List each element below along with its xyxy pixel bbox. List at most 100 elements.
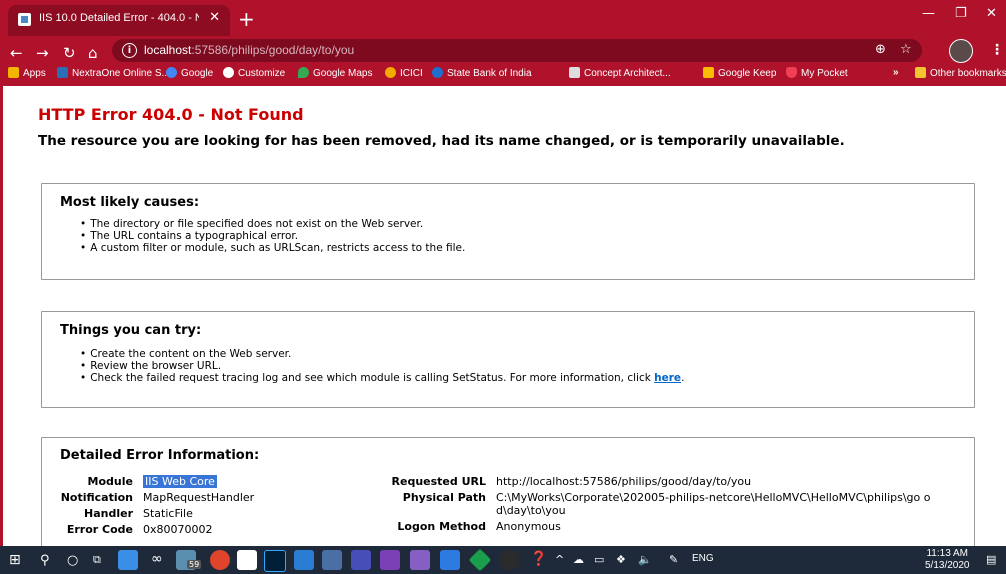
forward-icon[interactable]: → <box>36 44 49 62</box>
notifications-icon[interactable]: ▤ <box>986 553 996 566</box>
bookmark-star-icon[interactable]: ☆ <box>900 42 912 57</box>
show-hidden-icons-chevron[interactable]: ^ <box>555 553 564 566</box>
close-window-icon[interactable]: ✕ <box>986 6 997 21</box>
network-icon[interactable]: ▭ <box>594 553 604 566</box>
browser-tab[interactable]: IIS 10.0 Detailed Error - 404.0 - N ✕ <box>8 5 230 36</box>
task-view-icon[interactable]: ⧉ <box>93 553 101 567</box>
tab-close-icon[interactable]: ✕ <box>209 10 220 25</box>
detail-value: StaticFile <box>143 507 193 520</box>
table-row: Notification MapRequestHandler <box>56 491 255 507</box>
minimize-icon[interactable]: — <box>922 6 935 21</box>
customize-icon <box>223 67 234 78</box>
page-content: HTTP Error 404.0 - Not Found The resourc… <box>0 86 1006 546</box>
detail-label: Handler <box>84 507 133 520</box>
home-icon[interactable]: ⌂ <box>88 44 98 62</box>
infinity-app-icon[interactable]: ∞ <box>151 551 163 567</box>
tab-title: IIS 10.0 Detailed Error - 404.0 - N <box>39 12 199 24</box>
detail-label: Error Code <box>66 523 133 536</box>
detail-value: 0x80070002 <box>143 523 213 536</box>
onedrive-icon[interactable]: ☁ <box>573 553 584 566</box>
detail-label: Notification <box>60 491 133 504</box>
address-bar[interactable]: i localhost:57586/philips/good/day/to/yo… <box>112 39 922 62</box>
new-tab-button[interactable]: + <box>238 7 255 31</box>
bookmark-sbi[interactable]: State Bank of India <box>432 67 532 83</box>
profile-avatar[interactable] <box>949 39 973 63</box>
url-text[interactable]: localhost:57586/philips/good/day/to/you <box>144 43 354 57</box>
icici-icon <box>385 67 396 78</box>
list-item: The URL contains a typographical error. <box>88 230 465 242</box>
onenote-icon[interactable] <box>380 550 400 570</box>
bookmark-customize[interactable]: Customize <box>223 67 285 83</box>
reload-icon[interactable]: ↻ <box>63 44 76 62</box>
back-icon[interactable]: ← <box>10 44 23 62</box>
causes-list: The directory or file specified does not… <box>88 218 465 254</box>
causes-heading: Most likely causes: <box>60 195 200 210</box>
sbi-icon <box>432 67 443 78</box>
restore-icon[interactable]: ❐ <box>955 6 967 21</box>
details-right-table: Requested URL http://localhost:57586/phil… <box>382 475 936 536</box>
apps-grid-icon <box>8 67 19 78</box>
windows-start-icon[interactable]: ⊞ <box>9 552 21 568</box>
store-icon[interactable] <box>237 550 257 570</box>
table-row: Requested URL http://localhost:57586/phil… <box>382 475 936 491</box>
table-row: Handler StaticFile <box>56 507 254 523</box>
chrome-icon[interactable] <box>210 550 230 570</box>
search-icon[interactable]: ⚲ <box>40 553 50 568</box>
bookmark-concept-architect[interactable]: Concept Architect... <box>569 67 671 83</box>
bookmarks-overflow-chevron[interactable]: » <box>893 67 899 83</box>
bookmark-my-pocket[interactable]: My Pocket <box>786 67 848 83</box>
bookmark-nextraone[interactable]: NextraOne Online S... <box>57 67 170 83</box>
app-green-icon[interactable] <box>468 548 492 572</box>
detail-value: Anonymous <box>496 520 561 533</box>
dropbox-icon[interactable]: ❖ <box>616 553 626 566</box>
maps-pin-icon <box>298 67 309 78</box>
clock-date: 5/13/2020 <box>925 560 970 571</box>
table-row: Module IIS Web Core <box>56 475 254 491</box>
list-item: The directory or file specified does not… <box>88 218 465 230</box>
folder-icon <box>915 67 926 78</box>
clock-time: 11:13 AM <box>926 548 968 559</box>
detail-value: MapRequestHandler <box>143 491 255 504</box>
more-info-link[interactable]: here <box>654 372 681 384</box>
site-info-icon[interactable]: i <box>122 43 137 58</box>
details-heading: Detailed Error Information: <box>60 448 260 463</box>
language-indicator[interactable]: ENG <box>692 553 714 564</box>
bookmark-apps[interactable]: Apps <box>8 67 46 83</box>
detail-label: Module <box>87 475 133 488</box>
tries-box: Things you can try: Create the content o… <box>41 311 975 408</box>
browser-chrome: IIS 10.0 Detailed Error - 404.0 - N ✕ + … <box>0 0 1006 86</box>
app-dark-icon[interactable] <box>500 550 520 570</box>
detail-value-selected[interactable]: IIS Web Core <box>143 475 217 488</box>
bookmark-other[interactable]: Other bookmarks <box>915 67 1006 83</box>
system-clock[interactable]: 11:13 AM 5/13/2020 <box>925 548 970 572</box>
volume-icon[interactable]: 🔈 <box>638 553 652 566</box>
bookmark-google-maps[interactable]: Google Maps <box>298 67 372 83</box>
nextraone-icon <box>57 67 68 78</box>
cortana-icon[interactable]: ○ <box>67 553 78 568</box>
table-row: Physical Path C:\MyWorks\Corporate\202005… <box>382 491 936 520</box>
pen-icon[interactable]: ✎ <box>669 553 678 566</box>
taskbar-badge: 59 <box>187 560 202 569</box>
bookmark-google-keep[interactable]: Google Keep <box>703 67 776 83</box>
bookmark-icici[interactable]: ICICI <box>385 67 423 83</box>
tries-list: Create the content on the Web server. Re… <box>88 348 684 384</box>
error-title: HTTP Error 404.0 - Not Found <box>38 105 304 124</box>
browser-menu-icon[interactable]: ⋮ <box>990 42 1004 58</box>
bookmark-google[interactable]: Google <box>166 67 213 83</box>
vscode-icon[interactable] <box>118 550 138 570</box>
windows-taskbar: ⊞ ⚲ ○ ⧉ ∞ 59 ❓ ^ ☁ ▭ ❖ 🔈 ✎ ENG 11:13 AM … <box>0 546 1006 574</box>
list-item: A custom filter or module, such as URLSc… <box>88 242 465 254</box>
zoom-icon[interactable]: ⊕ <box>875 42 886 57</box>
detail-value: C:\MyWorks\Corporate\202005-philips-netc… <box>496 491 931 517</box>
detail-label: Requested URL <box>391 475 486 488</box>
help-icon[interactable]: ❓ <box>530 551 547 567</box>
teams-icon[interactable] <box>351 550 371 570</box>
word-icon[interactable] <box>294 550 314 570</box>
app-icon[interactable] <box>322 550 342 570</box>
list-item: Check the failed request tracing log and… <box>88 372 684 384</box>
details-box: Detailed Error Information: Module IIS We… <box>41 437 975 546</box>
app-blue-icon[interactable] <box>440 550 460 570</box>
visual-studio-icon[interactable] <box>410 550 430 570</box>
details-left-table: Module IIS Web Core Notification MapReques… <box>56 475 254 539</box>
photoshop-icon[interactable] <box>264 550 286 572</box>
